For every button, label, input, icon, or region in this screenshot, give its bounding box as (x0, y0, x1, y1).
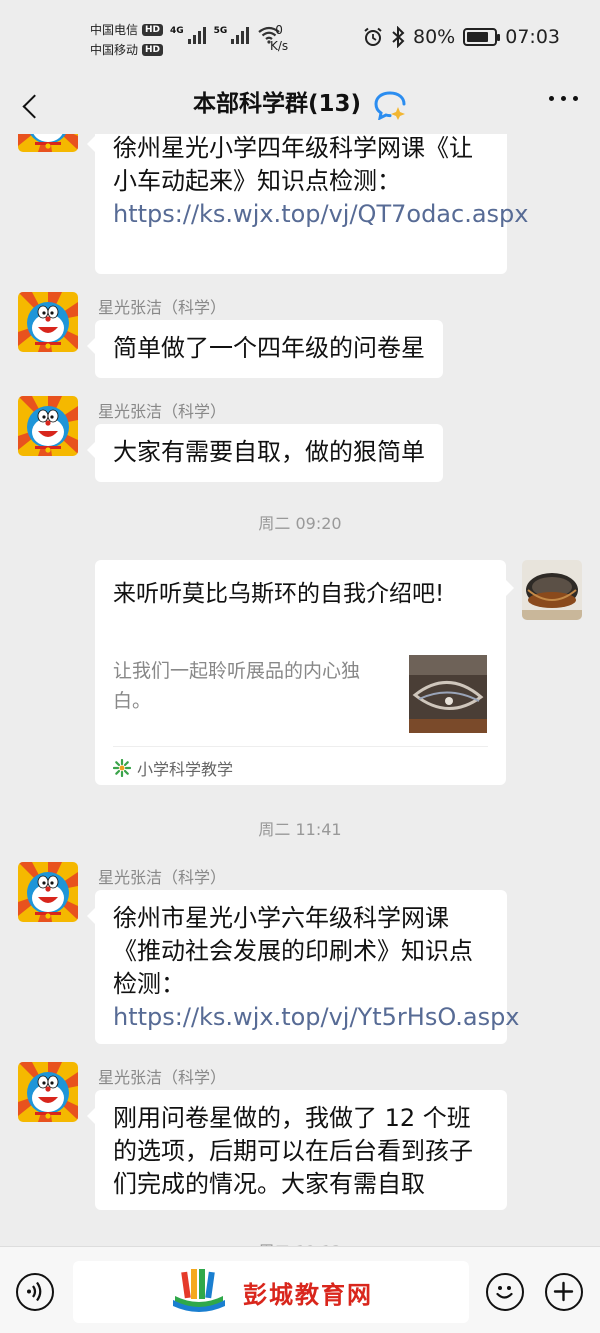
carrier-2: 中国移动 (90, 43, 139, 57)
emoji-button[interactable] (486, 1273, 524, 1311)
sender-name: 星光张洁（科学） (98, 298, 227, 317)
article-source[interactable]: 小学科学教学 (113, 756, 233, 780)
book-logo-icon (173, 1269, 225, 1312)
battery-percent: 80% (413, 26, 456, 48)
message-text: 简单做了一个四年级的问卷星 (113, 334, 425, 362)
hd-badge: HD (142, 24, 164, 36)
card-divider (113, 746, 488, 747)
source-name: 小学科学教学 (137, 760, 234, 779)
doraemon-avatar-icon (18, 396, 78, 456)
bluetooth-icon (392, 26, 405, 48)
chat-messages[interactable]: 徐州星光小学四年级科学网课《让小车动起来》知识点检测： https://ks.wj… (0, 134, 600, 1246)
network-speed: 0 K/s (270, 22, 288, 54)
signal-icons: 4G 5G (170, 26, 281, 44)
chat-bubble-icon[interactable] (373, 90, 407, 120)
net-type-5g: 5G (213, 26, 228, 36)
status-bar: 中国电信 HD 中国移动 HD 4G 5G 0 K/s 80% 07:03 (0, 0, 600, 78)
carrier-info: 中国电信 HD 中国移动 HD (90, 20, 164, 60)
sender-name: 星光张洁（科学） (98, 868, 227, 887)
doraemon-avatar-icon (18, 862, 78, 922)
message-link[interactable]: https://ks.wjx.top/vj/QT7odac.aspx (113, 200, 528, 228)
net-type-4g: 4G (170, 26, 184, 36)
alarm-icon (364, 27, 382, 46)
status-right: 80% 07:03 (363, 26, 560, 48)
chat-header: 本部科学群(13) (0, 78, 600, 134)
shared-article-card[interactable]: 来听听莫比乌斯环的自我介绍吧! 让我们一起聆听展品的内心独白。 小学科学教学 (95, 560, 514, 785)
plus-icon (553, 1281, 574, 1302)
avatar[interactable] (18, 292, 78, 352)
more-options-button[interactable] (549, 96, 578, 101)
speed-value: 0 (275, 23, 283, 37)
message-input[interactable]: 彭城教育网 (73, 1261, 469, 1323)
article-title: 来听听莫比乌斯环的自我介绍吧! (113, 581, 445, 607)
doraemon-avatar-icon (18, 134, 78, 152)
timestamp: 周二 09:20 (258, 514, 342, 533)
group-name: 本部科学群(13) (192, 91, 361, 117)
more-actions-button[interactable] (545, 1273, 583, 1311)
timestamp: 周二 11:41 (258, 820, 342, 839)
message-text: 徐州市星光小学六年级科学网课《推动社会发展的印刷术》知识点检测： (113, 904, 473, 998)
message-text: 刚用问卷星做的，我做了 12 个班的选项，后期可以在后台看到孩子们完成的情况。大… (113, 1104, 473, 1198)
clock: 07:03 (505, 26, 560, 48)
avatar[interactable] (18, 862, 78, 922)
watermark-text: 彭城教育网 (243, 1280, 373, 1309)
emoji-icon (496, 1286, 513, 1299)
message-bubble[interactable]: 徐州市星光小学六年级科学网课《推动社会发展的印刷术》知识点检测： https://… (87, 890, 520, 1044)
voice-icon (27, 1281, 42, 1302)
article-description: 让我们一起聆听展品的内心独白。 (113, 660, 361, 712)
doraemon-avatar-icon (18, 1062, 78, 1122)
input-bar: 彭城教育网 (0, 1246, 600, 1333)
message-bubble[interactable]: 大家有需要自取，做的狠简单 (87, 424, 443, 482)
signal-4g-icon: 4G (170, 26, 206, 44)
doraemon-avatar-icon (18, 292, 78, 352)
carrier-1: 中国电信 (90, 23, 139, 37)
chat-title: 本部科学群(13) (0, 84, 600, 124)
timestamp: 周二 12:13 (0, 1238, 600, 1246)
battery-icon (463, 28, 501, 46)
message-bubble[interactable]: 徐州星光小学四年级科学网课《让小车动起来》知识点检测： https://ks.wj… (87, 134, 528, 274)
sender-name: 星光张洁（科学） (98, 402, 227, 421)
message-bubble[interactable]: 刚用问卷星做的，我做了 12 个班的选项，后期可以在后台看到孩子们完成的情况。大… (87, 1090, 507, 1210)
message-text: 徐州星光小学四年级科学网课《让小车动起来》知识点检测： (113, 134, 473, 195)
avatar[interactable] (18, 396, 78, 456)
voice-input-button[interactable] (16, 1273, 54, 1311)
signal-5g-icon: 5G (214, 26, 250, 44)
hd-badge: HD (142, 44, 164, 56)
source-logo-icon (113, 759, 131, 777)
avatar[interactable] (18, 1062, 78, 1122)
message-text: 大家有需要自取，做的狠简单 (113, 438, 425, 466)
my-avatar[interactable] (522, 560, 582, 620)
message-link[interactable]: https://ks.wjx.top/vj/Yt5rHsO.aspx (113, 1003, 520, 1031)
photo-avatar-icon (522, 560, 582, 620)
sender-name: 星光张洁（科学） (98, 1068, 227, 1087)
article-thumbnail (409, 655, 487, 733)
message-bubble[interactable]: 简单做了一个四年级的问卷星 (87, 320, 443, 378)
avatar[interactable] (18, 134, 78, 152)
speed-unit: K/s (270, 39, 289, 53)
